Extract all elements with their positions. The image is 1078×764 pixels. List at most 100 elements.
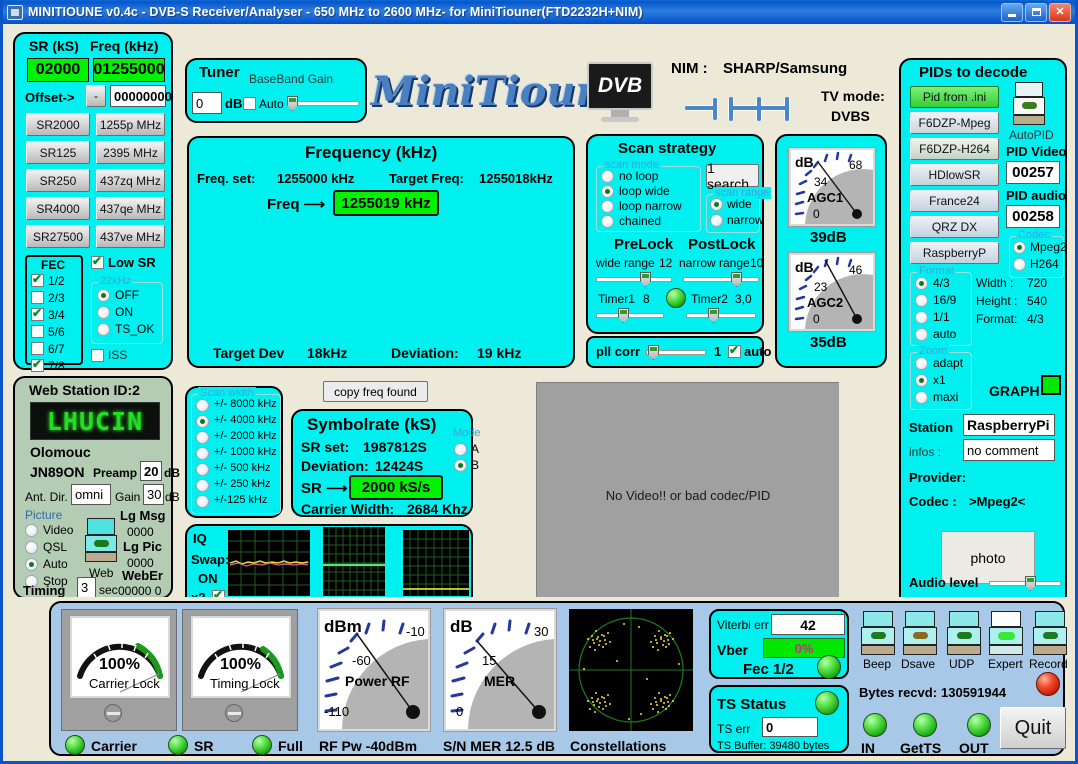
- fec-checkbox-1[interactable]: [31, 291, 44, 304]
- autopid-toggle[interactable]: [1013, 82, 1045, 126]
- gain-field[interactable]: 30: [143, 484, 164, 505]
- sr-preset-3[interactable]: SR4000: [26, 197, 90, 220]
- baseband-auto-checkbox[interactable]: [243, 97, 256, 110]
- zoom-radio-maxi[interactable]: [915, 391, 928, 404]
- audio-level-slider[interactable]: [989, 576, 1061, 591]
- pid-video-field[interactable]: 00257: [1006, 161, 1060, 184]
- scan-range-radio-wide[interactable]: [710, 198, 723, 211]
- agc1-max: 68: [849, 158, 863, 172]
- scan-width-radio-0[interactable]: [196, 399, 209, 412]
- wide-range-slider[interactable]: [596, 272, 672, 287]
- pid-button-5[interactable]: QRZ DX: [910, 216, 999, 238]
- minimize-button[interactable]: [1001, 2, 1023, 22]
- scan-width-radio-1[interactable]: [196, 415, 209, 428]
- quit-button[interactable]: Quit: [1000, 707, 1066, 749]
- scan-mode-radio-1[interactable]: [601, 185, 614, 198]
- infos-field[interactable]: no comment: [963, 439, 1055, 461]
- pid-audio-field[interactable]: 00258: [1006, 205, 1060, 228]
- pid-button-1[interactable]: F6DZP-Mpeg: [910, 112, 999, 134]
- pid-button-6[interactable]: RaspberryP: [910, 242, 999, 264]
- pid-button-0[interactable]: Pid from .ini: [910, 86, 999, 108]
- sr-value-field[interactable]: 02000: [27, 58, 89, 82]
- sr-preset-0[interactable]: SR2000: [26, 113, 90, 136]
- scan-width-radio-4[interactable]: [196, 463, 209, 476]
- fec-checkbox-4[interactable]: [31, 342, 44, 355]
- offset-value-field[interactable]: 00000000: [110, 85, 172, 107]
- pll-auto-checkbox[interactable]: [728, 343, 741, 358]
- iq-scope: [228, 530, 310, 596]
- pid-button-2[interactable]: F6DZP-H264: [910, 138, 999, 160]
- timer2-slider[interactable]: [686, 308, 756, 323]
- station-field[interactable]: RaspberryPi: [963, 414, 1055, 436]
- sr-mode-radio-a[interactable]: [454, 443, 467, 456]
- pll-slider[interactable]: [646, 345, 706, 360]
- picture-radio-qsl[interactable]: [25, 541, 38, 554]
- zoom-radio-x1[interactable]: [915, 374, 928, 387]
- sr-preset-2[interactable]: SR250: [26, 169, 90, 192]
- narrow-range-slider[interactable]: [683, 272, 759, 287]
- scan-mode-radio-2[interactable]: [601, 200, 614, 213]
- fec-checkbox-5[interactable]: [31, 357, 44, 372]
- pid-button-3[interactable]: HDlowSR: [910, 164, 999, 186]
- carrier-lock-knob[interactable]: [104, 704, 122, 722]
- copy-freq-button[interactable]: copy freq found: [323, 381, 428, 402]
- switch-record[interactable]: [1033, 611, 1067, 655]
- freq-preset-3[interactable]: 437qe MHz: [96, 197, 165, 220]
- scan-mode-radio-0[interactable]: [601, 170, 614, 183]
- format-radio-3[interactable]: [915, 328, 928, 341]
- picture-radio-auto[interactable]: [25, 558, 38, 571]
- format-radio-1[interactable]: [915, 294, 928, 307]
- maximize-button[interactable]: [1025, 2, 1047, 22]
- fec-checkbox-3[interactable]: [31, 325, 44, 338]
- switch-dsave[interactable]: [903, 611, 937, 655]
- pll-label: pll corr: [596, 344, 641, 359]
- timer2-value: 3,0: [735, 292, 752, 306]
- sr-mode-radio-b[interactable]: [454, 459, 467, 472]
- web-toggle-switch[interactable]: [85, 518, 117, 563]
- k22-radio-tsok[interactable]: [97, 323, 110, 336]
- sr-preset-1[interactable]: SR125: [26, 141, 90, 164]
- baseband-gain-field[interactable]: 0: [192, 92, 222, 114]
- fec-checkbox-0[interactable]: [31, 272, 44, 287]
- preamp-field[interactable]: 20: [140, 461, 162, 481]
- k22-radio-off[interactable]: [97, 289, 110, 302]
- fec-checkbox-2[interactable]: [31, 306, 44, 321]
- scan-width-label-6: +/-125 kHz: [214, 494, 268, 506]
- graph-indicator[interactable]: [1041, 375, 1061, 395]
- pid-button-4[interactable]: France24: [910, 190, 999, 212]
- zoom-radio-adapt[interactable]: [915, 357, 928, 370]
- scan-range-radio-narrow[interactable]: [710, 214, 723, 227]
- search-button[interactable]: 1 search: [706, 160, 759, 192]
- timing-lock-knob[interactable]: [225, 704, 243, 722]
- baseband-gain-slider[interactable]: [287, 96, 359, 111]
- close-icon[interactable]: ✕: [1049, 2, 1071, 22]
- format-radio-0[interactable]: [915, 277, 928, 290]
- codec-radio-h264[interactable]: [1013, 258, 1026, 271]
- freq-preset-4[interactable]: 437ve MHz: [96, 225, 165, 248]
- scan-width-radio-2[interactable]: [196, 431, 209, 444]
- k22-radio-on[interactable]: [97, 306, 110, 319]
- scan-width-radio-5[interactable]: [196, 479, 209, 492]
- sr-preset-4[interactable]: SR27500: [26, 225, 90, 248]
- freq-preset-1[interactable]: 2395 MHz: [96, 141, 165, 164]
- freq-value-field[interactable]: 01255000: [93, 58, 165, 82]
- switch-expert[interactable]: [989, 611, 1023, 655]
- iss-checkbox[interactable]: [91, 349, 104, 362]
- low-sr-checkbox[interactable]: [91, 254, 104, 269]
- antdir-field[interactable]: omni: [71, 484, 111, 505]
- freq-preset-0[interactable]: 1255p MHz: [96, 113, 165, 136]
- video-area[interactable]: No Video!! or bad codec/PID: [536, 382, 839, 617]
- timer1-slider[interactable]: [596, 308, 664, 323]
- switch-udp[interactable]: [947, 611, 981, 655]
- picture-radio-video[interactable]: [25, 524, 38, 537]
- format-radio-2[interactable]: [915, 311, 928, 324]
- timing-field[interactable]: 3: [77, 577, 96, 598]
- wide-range-value: 12: [659, 256, 673, 270]
- switch-beep[interactable]: [861, 611, 895, 655]
- offset-sign-button[interactable]: -: [86, 85, 106, 107]
- scan-mode-radio-3[interactable]: [601, 215, 614, 228]
- scan-width-radio-3[interactable]: [196, 447, 209, 460]
- freq-preset-2[interactable]: 437zq MHz: [96, 169, 165, 192]
- scan-width-radio-6[interactable]: [196, 495, 209, 508]
- codec-radio-mpeg2[interactable]: [1013, 241, 1026, 254]
